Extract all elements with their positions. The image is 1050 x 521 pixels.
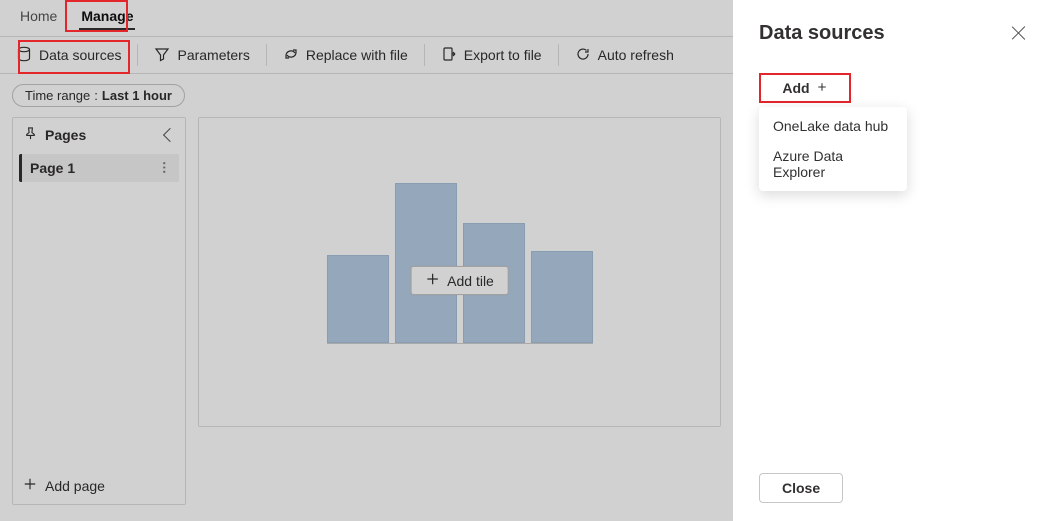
export-to-file-button[interactable]: Export to file xyxy=(431,41,552,70)
chip-colon: : xyxy=(94,88,98,103)
page-item[interactable]: Page 1 ⋯ xyxy=(19,154,179,182)
workspace: Pages Page 1 ⋯ Add page xyxy=(12,117,721,505)
page-item-menu-icon[interactable]: ⋯ xyxy=(156,161,172,175)
data-sources-button[interactable]: Data sources xyxy=(6,41,131,70)
chart-bar xyxy=(395,183,457,343)
auto-refresh-button[interactable]: Auto refresh xyxy=(565,41,684,70)
plus-icon xyxy=(425,272,439,289)
plus-icon xyxy=(23,477,37,494)
chart-bar xyxy=(531,251,593,343)
parameters-label: Parameters xyxy=(177,47,249,63)
main-tabs: Home Manage xyxy=(0,0,733,30)
pin-icon xyxy=(23,126,38,144)
toolbar-separator xyxy=(424,44,425,66)
export-label: Export to file xyxy=(464,47,542,63)
pages-title: Pages xyxy=(45,127,86,143)
pages-sidebar: Pages Page 1 ⋯ Add page xyxy=(12,117,186,505)
filter-icon xyxy=(154,46,170,65)
refresh-icon xyxy=(575,46,591,65)
close-icon[interactable] xyxy=(1010,24,1028,42)
replace-label: Replace with file xyxy=(306,47,408,63)
toolbar-separator xyxy=(266,44,267,66)
time-range-value: Last 1 hour xyxy=(102,88,172,103)
data-sources-label: Data sources xyxy=(39,47,121,63)
add-page-button[interactable]: Add page xyxy=(13,467,185,504)
panel-title: Data sources xyxy=(759,22,1024,45)
parameters-button[interactable]: Parameters xyxy=(144,41,259,70)
add-label: Add xyxy=(782,80,809,96)
database-icon xyxy=(16,46,32,65)
azure-data-explorer-option[interactable]: Azure Data Explorer xyxy=(759,141,907,187)
auto-refresh-label: Auto refresh xyxy=(598,47,674,63)
page-item-label: Page 1 xyxy=(30,160,75,176)
onelake-data-hub-option[interactable]: OneLake data hub xyxy=(759,111,907,141)
toolbar-separator xyxy=(558,44,559,66)
add-data-source-button[interactable]: Add xyxy=(772,77,837,99)
collapse-sidebar-icon[interactable] xyxy=(163,128,177,142)
placeholder-bar-chart xyxy=(327,184,593,344)
close-button[interactable]: Close xyxy=(759,473,843,503)
plus-icon xyxy=(816,80,828,96)
app-main: Home Manage Data sources Parameters xyxy=(0,0,733,521)
add-dropdown: OneLake data hub Azure Data Explorer xyxy=(759,107,907,191)
highlight-add-button: Add xyxy=(759,73,851,103)
dashboard-canvas: Add tile xyxy=(198,117,721,427)
toolbar-separator xyxy=(137,44,138,66)
replace-icon xyxy=(283,46,299,65)
tab-home[interactable]: Home xyxy=(8,4,69,30)
manage-toolbar: Data sources Parameters Replace with fil… xyxy=(0,36,733,74)
time-range-chip[interactable]: Time range : Last 1 hour xyxy=(12,84,185,107)
replace-with-file-button[interactable]: Replace with file xyxy=(273,41,418,70)
export-icon xyxy=(441,46,457,65)
time-range-row: Time range : Last 1 hour xyxy=(0,74,733,107)
add-tile-button[interactable]: Add tile xyxy=(410,266,509,295)
tab-manage[interactable]: Manage xyxy=(69,4,145,30)
add-page-label: Add page xyxy=(45,478,105,494)
chart-bar xyxy=(327,255,389,343)
time-range-prefix: Time range xyxy=(25,88,90,103)
add-tile-label: Add tile xyxy=(447,273,494,289)
data-sources-panel: Data sources Add OneLake data hub Azure … xyxy=(733,0,1050,521)
